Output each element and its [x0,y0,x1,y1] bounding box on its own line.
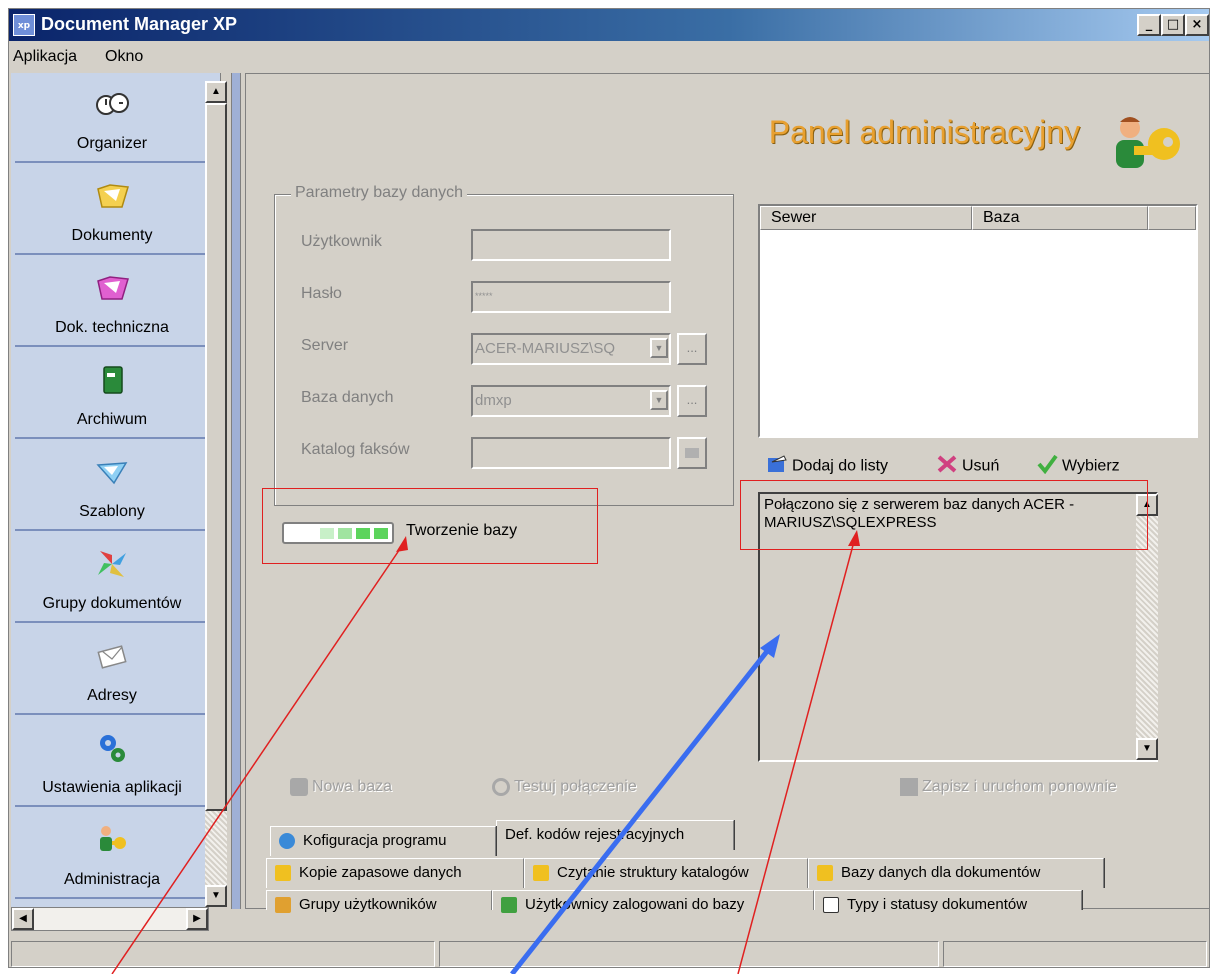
tab-konfiguracja-programu[interactable]: Kofiguracja programu [270,826,496,856]
tab-label: Kofiguracja programu [303,832,447,849]
gear-icon [279,833,295,850]
annotation-arrows [111,530,860,974]
